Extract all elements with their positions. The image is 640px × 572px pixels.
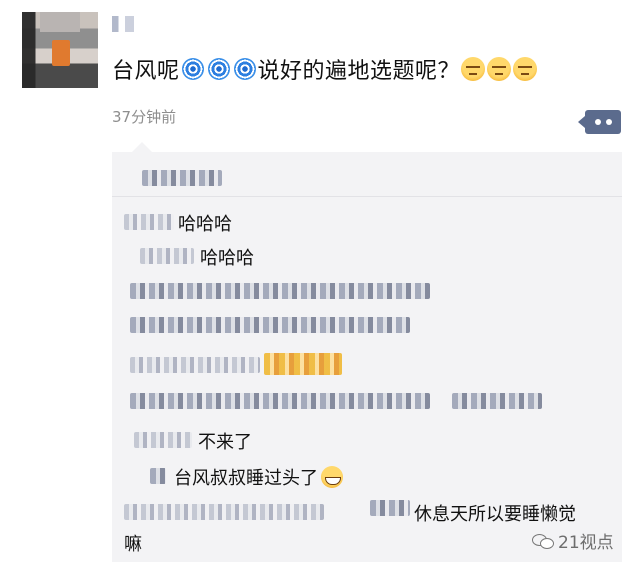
post-text-before: 台风呢 [112,59,180,84]
grinning-face-emoji-icon [321,466,343,488]
comment-text: 哈哈哈 [178,214,232,235]
likes-names-blurred[interactable] [142,170,222,186]
post-timestamp: 37分钟前 [112,108,177,126]
cyclone-emoji-icon [207,58,230,80]
post-text: 台风呢 说好的遍地选题呢？ [112,53,538,85]
comment-blurred[interactable] [370,500,410,516]
likes-row [112,160,622,197]
comment-blurred[interactable] [130,393,430,409]
comment-text: 台风叔叔睡过头了 [174,464,343,490]
comment-text: 哈哈哈 [200,248,254,269]
username-blurred[interactable] [112,16,134,32]
comment-text-body: 台风叔叔睡过头了 [174,468,318,489]
comment-bubble-icon [595,119,601,125]
comment-author-blurred[interactable] [140,248,194,264]
watermark: 21视点 [532,528,614,553]
emoji-blurred-icon [264,353,342,375]
post-text-after: 说好的遍地选题呢？ [257,59,461,84]
moments-post: 台风呢 说好的遍地选题呢？ 37分钟前 哈哈哈 哈哈哈 不来了 台风叔叔睡过头了… [0,0,640,572]
unamused-face-emoji-icon [487,57,512,81]
unamused-face-emoji-icon [513,57,538,81]
comment-text: 不来了 [198,432,252,453]
comments-panel: 哈哈哈 哈哈哈 不来了 台风叔叔睡过头了 休息天所以要睡懒觉 嘛 [112,142,622,562]
avatar[interactable] [22,12,98,88]
comment-author-blurred[interactable] [134,432,192,448]
comment-text-continuation: 嘛 [124,534,142,555]
cyclone-emoji-icon [233,58,256,80]
comment-bubble-icon-dot [606,119,612,125]
wechat-icon [532,532,554,550]
comment-text: 休息天所以要睡懒觉 [414,504,576,525]
watermark-text: 21视点 [558,533,614,553]
cyclone-emoji-icon [181,58,204,80]
comment-blurred[interactable] [452,393,542,409]
comment-blurred[interactable] [130,357,260,373]
comment-blurred[interactable] [130,283,430,299]
comment-button[interactable] [578,110,621,134]
comment-author-blurred[interactable] [124,504,324,520]
unamused-face-emoji-icon [461,57,486,81]
comment-blurred[interactable] [130,317,410,333]
comment-author-blurred[interactable] [150,468,166,484]
comment-author-blurred[interactable] [124,214,174,230]
